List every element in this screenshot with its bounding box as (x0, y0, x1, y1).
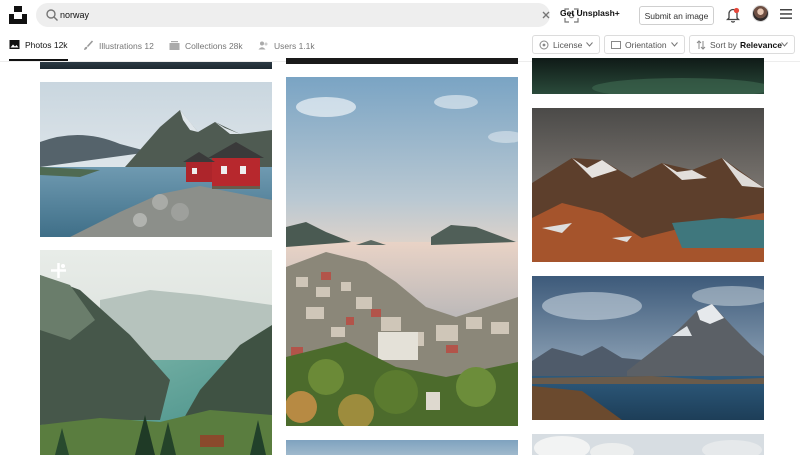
get-unsplash-plus-link[interactable]: Get Unsplash+ (560, 8, 620, 18)
sort-value: Relevance (739, 39, 782, 50)
brush-icon (84, 40, 94, 50)
photo-tile[interactable] (286, 440, 518, 455)
avatar[interactable] (752, 5, 769, 22)
license-filter[interactable]: License (532, 35, 600, 54)
chevron-down-icon (586, 42, 593, 47)
sort-filter[interactable]: Sort by Relevance (689, 35, 795, 54)
photo-tile[interactable] (286, 58, 518, 64)
search-input[interactable] (60, 7, 500, 23)
tab-illustrations-count: 12 (144, 40, 154, 51)
search-icon[interactable] (45, 8, 59, 22)
tab-photos-label: Photos (25, 39, 52, 50)
top-navbar: Get Unsplash+ Submit an image (0, 0, 800, 30)
photo-tile[interactable] (532, 108, 764, 262)
license-filter-label: License (553, 39, 583, 50)
sort-icon (696, 39, 706, 50)
orientation-filter-label: Orientation (625, 39, 667, 50)
collection-icon (169, 41, 180, 50)
photo-tile[interactable] (532, 434, 764, 455)
tab-users-label: Users (274, 40, 297, 51)
tab-illustrations[interactable]: Illustrations 12 (83, 30, 154, 61)
tab-illustrations-label: Illustrations (99, 40, 142, 51)
photo-tile[interactable] (286, 77, 518, 426)
orientation-filter[interactable]: Orientation (604, 35, 685, 54)
license-icon (539, 40, 549, 49)
clear-icon[interactable] (539, 8, 553, 22)
photo-tile[interactable] (532, 276, 764, 420)
tab-collections[interactable]: Collections 28k (169, 30, 243, 61)
tab-photos-count: 12k (53, 39, 68, 50)
photo-icon (9, 40, 20, 49)
submit-image-button[interactable]: Submit an image (639, 6, 714, 25)
sort-prefix: Sort by (710, 39, 737, 50)
chevron-down-icon (781, 42, 788, 47)
tab-users-count: 1.1k (298, 40, 315, 51)
photo-tile[interactable] (40, 250, 272, 455)
tab-photos[interactable]: Photos 12k (9, 30, 68, 61)
search-bar[interactable] (36, 3, 579, 27)
users-icon (258, 41, 268, 50)
tab-users[interactable]: Users 1.1k (258, 30, 315, 61)
bell-icon[interactable] (726, 7, 740, 23)
orientation-icon (611, 40, 621, 49)
plus-icon[interactable] (50, 262, 67, 279)
photo-tile[interactable] (40, 82, 272, 237)
menu-icon[interactable] (780, 9, 792, 19)
chevron-down-icon (671, 42, 678, 47)
tab-collections-count: 28k (228, 40, 243, 51)
photo-tile[interactable] (532, 58, 764, 94)
tab-collections-label: Collections (185, 40, 227, 51)
photo-tile[interactable] (40, 62, 272, 69)
logo-icon[interactable] (9, 6, 27, 24)
